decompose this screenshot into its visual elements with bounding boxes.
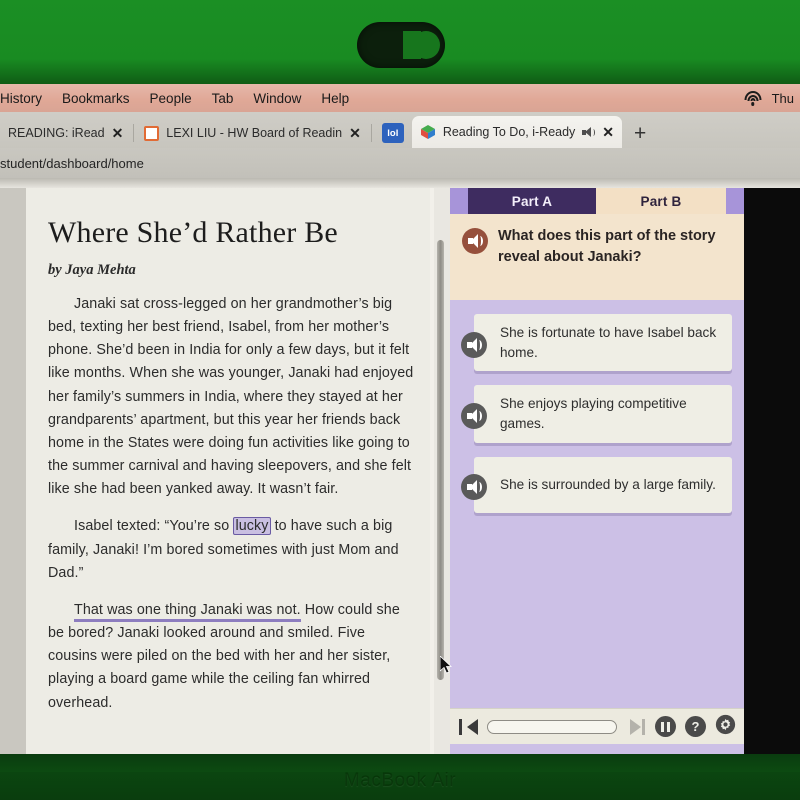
reading-passage-pane: Where She’d Rather Be by Jaya Mehta Jana… — [26, 188, 430, 772]
answer-choice-3[interactable]: She is surrounded by a large family. — [461, 456, 732, 513]
paragraph-2-before: Isabel texted: “You’re so — [74, 518, 234, 535]
next-icon[interactable] — [626, 717, 646, 737]
laptop-model-label: MacBook Air — [343, 770, 457, 791]
tab-part-a[interactable]: Part A — [468, 188, 596, 214]
page-right-edge — [744, 188, 800, 772]
answer-choice-text: She is surrounded by a large family. — [500, 476, 716, 492]
tab-divider — [133, 124, 135, 142]
mail-favicon-icon — [144, 125, 160, 141]
browser-address-bar[interactable]: student/dashboard/home — [0, 148, 800, 178]
menu-item-window[interactable]: Window — [253, 91, 301, 106]
passage-paragraph-1: Janaki sat cross-legged on her grandmoth… — [48, 296, 414, 498]
part-tabs: Part A Part B — [450, 188, 744, 214]
audio-progress-bar[interactable] — [487, 719, 617, 734]
browser-tab-reading-iread[interactable]: READING: iRead ✕ — [0, 118, 131, 148]
help-icon[interactable]: ? — [685, 716, 706, 737]
mouse-cursor — [440, 656, 452, 674]
answer-choice-1[interactable]: She is fortunate to have Isabel back hom… — [461, 314, 732, 372]
passage-title: Where She’d Rather Be — [48, 216, 338, 249]
answer-choice-text: She is fortunate to have Isabel back hom… — [500, 325, 717, 360]
macos-menubar: History Bookmarks People Tab Window Help… — [0, 84, 800, 112]
page-left-edge — [0, 188, 26, 772]
browser-tab-lexi-liu-hw-board[interactable]: LEXI LIU - HW Board of Readin ✕ — [136, 118, 369, 148]
tab-title: Reading To Do, i-Ready — [442, 125, 576, 139]
new-tab-button[interactable]: + — [622, 123, 658, 148]
laptop-photo: History Bookmarks People Tab Window Help… — [0, 0, 800, 800]
menu-item-history[interactable]: History — [0, 91, 42, 106]
laptop-top-bezel — [0, 0, 800, 84]
choice-audio-speaker-icon[interactable] — [461, 331, 487, 358]
tab-title: READING: iRead — [8, 126, 105, 140]
browser-tab-strip: READING: iRead ✕ LEXI LIU - HW Board of … — [0, 112, 800, 148]
menu-item-help[interactable]: Help — [321, 91, 349, 106]
question-panel: Part A Part B What does this part of the… — [450, 188, 744, 772]
menu-item-people[interactable]: People — [150, 91, 192, 106]
webcam-privacy-slider-icon — [357, 22, 445, 68]
tab-close-icon[interactable]: ✕ — [602, 125, 614, 139]
passage-paragraph-2: Isabel texted: “You’re so lucky to have … — [48, 515, 416, 584]
iready-cube-favicon-icon — [420, 124, 436, 140]
pause-icon[interactable] — [655, 716, 676, 737]
tab-divider — [370, 124, 372, 142]
passage-byline: by Jaya Mehta — [48, 262, 136, 278]
menu-item-tab[interactable]: Tab — [212, 91, 234, 106]
underlined-sentence[interactable]: That was one thing Janaki was not. — [74, 601, 301, 622]
menu-item-bookmarks[interactable]: Bookmarks — [62, 91, 130, 106]
passage-paragraph-3: That was one thing Janaki was not. How c… — [48, 599, 416, 715]
highlighted-word-lucky[interactable]: lucky — [233, 517, 271, 536]
lol-favicon-icon: lol — [381, 123, 404, 143]
tabs-right-edge — [726, 188, 744, 214]
laptop-screen: History Bookmarks People Tab Window Help… — [0, 84, 800, 772]
tab-part-b[interactable]: Part B — [596, 188, 726, 214]
menubar-clock[interactable]: Thu — [772, 91, 794, 106]
previous-icon[interactable] — [458, 717, 478, 737]
question-stem-text: What does this part of the story reveal … — [498, 228, 716, 266]
toolbar-shadow — [0, 178, 800, 188]
browser-tab-reading-to-do-iready[interactable]: Reading To Do, i-Ready ✕ — [411, 116, 623, 148]
gear-icon[interactable] — [715, 714, 736, 740]
choice-audio-speaker-icon[interactable] — [461, 473, 487, 500]
tab-title: LEXI LIU - HW Board of Readin — [166, 126, 343, 140]
audio-player-toolbar: ? — [450, 708, 744, 744]
browser-tab-lol[interactable]: lol — [374, 118, 412, 148]
answer-choice-2[interactable]: She enjoys playing competitive games. — [461, 385, 732, 443]
choice-audio-speaker-icon[interactable] — [461, 403, 487, 430]
answer-choice-text: She enjoys playing competitive games. — [500, 396, 687, 432]
answer-choices-list: She is fortunate to have Isabel back hom… — [450, 300, 744, 513]
web-page-content: Where She’d Rather Be by Jaya Mehta Jana… — [0, 188, 800, 772]
passage-scrollbar-thumb[interactable] — [437, 240, 444, 680]
question-stem-block: What does this part of the story reveal … — [450, 214, 744, 300]
tab-audio-playing-icon[interactable] — [582, 126, 596, 138]
question-audio-speaker-icon[interactable] — [462, 228, 488, 254]
tab-close-icon[interactable]: ✕ — [112, 126, 124, 140]
wifi-icon[interactable] — [744, 91, 762, 106]
tab-close-icon[interactable]: ✕ — [349, 126, 361, 140]
address-bar-url[interactable]: student/dashboard/home — [0, 156, 144, 171]
